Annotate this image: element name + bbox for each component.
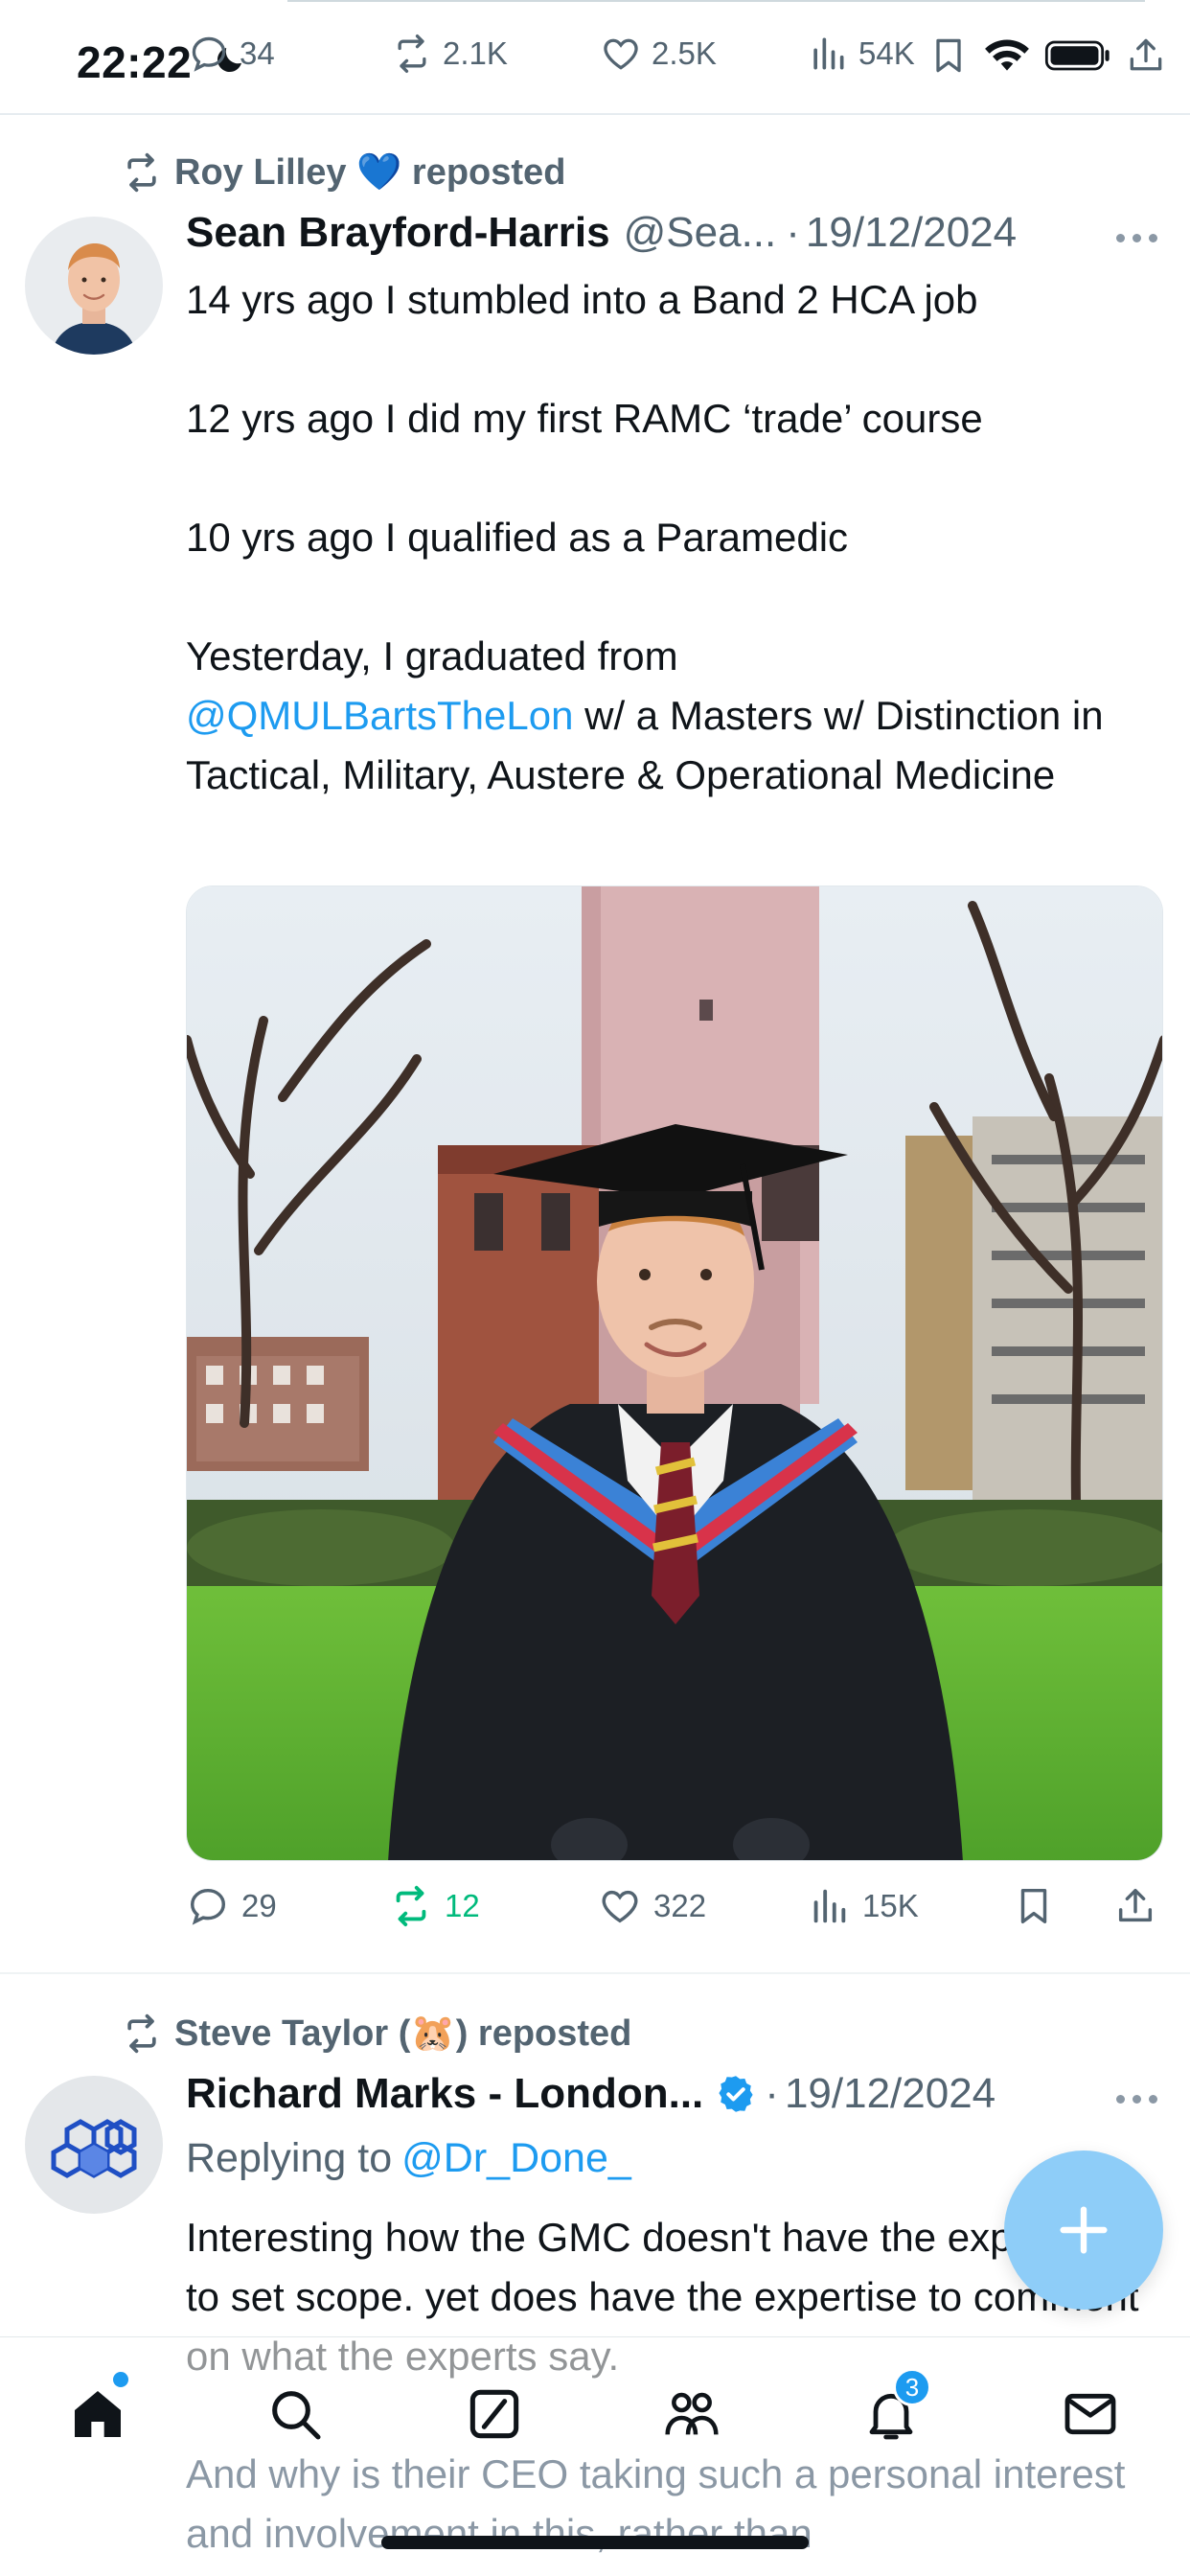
reply-context: Replying to @Dr_Done_ bbox=[186, 2135, 631, 2182]
home-indicator[interactable] bbox=[381, 2536, 809, 2549]
repost-attribution-text: Roy Lilley 💙 reposted bbox=[174, 152, 566, 193]
verified-badge-icon bbox=[719, 2076, 753, 2112]
top-bar: 22:22 34 2.1K 2.5K 54K bbox=[0, 0, 1190, 115]
repost-count: 12 bbox=[445, 1888, 480, 1923]
mention-link[interactable]: @QMULBartsTheLon bbox=[186, 693, 573, 738]
search-icon bbox=[272, 2391, 321, 2440]
like-button[interactable]: 322 bbox=[598, 1884, 706, 1928]
reply-button[interactable]: 29 bbox=[186, 1884, 277, 1928]
bookmark-button[interactable] bbox=[1012, 1884, 1056, 1928]
repost-icon bbox=[127, 152, 156, 193]
tab-grok[interactable] bbox=[456, 2376, 533, 2452]
top-repost-stat[interactable]: 2.1K bbox=[391, 33, 508, 75]
separator-dot: · bbox=[786, 209, 800, 256]
like-count: 322 bbox=[653, 1888, 707, 1923]
post-photo[interactable] bbox=[186, 886, 1163, 1861]
tab-messages[interactable] bbox=[1052, 2376, 1129, 2452]
communities-icon bbox=[665, 2392, 719, 2435]
tab-notifications[interactable]: 3 bbox=[853, 2368, 931, 2452]
repost-icon bbox=[398, 34, 426, 73]
post-date[interactable]: 19/12/2024 bbox=[806, 209, 1017, 257]
plus-icon bbox=[1060, 2206, 1108, 2254]
views-count: 15K bbox=[862, 1888, 919, 1923]
hexagon-logo-icon bbox=[25, 2076, 163, 2214]
views-button[interactable]: 15K bbox=[807, 1884, 919, 1928]
repost-attribution[interactable]: Steve Taylor (🐹) reposted bbox=[121, 2012, 631, 2055]
author-handle[interactable]: @Sea... bbox=[624, 209, 777, 257]
views-icon bbox=[813, 1889, 846, 1923]
share-icon[interactable] bbox=[1125, 34, 1167, 77]
post-actions: 29 12 322 15K bbox=[186, 1884, 1163, 1942]
wifi-icon bbox=[985, 39, 1029, 71]
avatar[interactable] bbox=[25, 217, 163, 355]
home-icon bbox=[75, 2391, 121, 2437]
text-segment: Yesterday, I graduated from bbox=[186, 633, 678, 678]
post-paragraph: 14 yrs ago I stumbled into a Band 2 HCA … bbox=[186, 277, 978, 322]
previous-post-card-edge bbox=[287, 0, 1145, 2]
tab-communities[interactable] bbox=[653, 2376, 730, 2452]
compose-post-button[interactable] bbox=[1004, 2150, 1163, 2310]
replying-to-label: Replying to bbox=[186, 2135, 393, 2181]
reply-count: 29 bbox=[241, 1888, 277, 1923]
post-header: Richard Marks - London... · 19/12/2024 bbox=[186, 2070, 995, 2118]
more-options-icon[interactable] bbox=[1116, 2095, 1157, 2104]
more-options-icon[interactable] bbox=[1116, 234, 1157, 242]
tab-home[interactable] bbox=[59, 2372, 136, 2452]
repost-count: 2.1K bbox=[443, 35, 508, 71]
bookmark-icon bbox=[1020, 1888, 1047, 1924]
unread-dot bbox=[113, 2372, 128, 2387]
reply-icon bbox=[190, 1888, 226, 1925]
reply-count: 34 bbox=[240, 35, 275, 71]
share-button[interactable] bbox=[1113, 1884, 1157, 1928]
heart-icon bbox=[602, 1890, 638, 1923]
post-header: Sean Brayford-Harris @Sea... · 19/12/202… bbox=[186, 209, 1017, 257]
tab-search[interactable] bbox=[257, 2376, 333, 2452]
post-paragraph: 12 yrs ago I did my first RAMC ‘trade’ c… bbox=[186, 396, 983, 441]
post-paragraph-last: Yesterday, I graduated from @QMULBartsTh… bbox=[186, 627, 1154, 805]
replying-to-mention[interactable]: @Dr_Done_ bbox=[401, 2135, 631, 2182]
views-count: 54K bbox=[858, 35, 915, 71]
author-name[interactable]: Richard Marks - London... bbox=[186, 2070, 703, 2118]
post-divider bbox=[0, 1972, 1190, 1974]
mail-icon bbox=[1064, 2393, 1116, 2435]
post-paragraph: 10 yrs ago I qualified as a Paramedic bbox=[186, 515, 849, 560]
share-icon bbox=[1118, 1888, 1153, 1922]
bookmark-icon[interactable] bbox=[927, 34, 970, 77]
repost-icon bbox=[127, 2013, 156, 2054]
grok-icon bbox=[469, 2389, 519, 2439]
avatar-image bbox=[25, 217, 163, 355]
avatar[interactable] bbox=[25, 2076, 163, 2214]
battery-icon bbox=[1044, 40, 1110, 71]
top-reply-stat[interactable]: 34 bbox=[188, 33, 275, 75]
system-icons bbox=[927, 34, 1167, 77]
top-like-stat[interactable]: 2.5K bbox=[600, 33, 717, 75]
heart-icon bbox=[604, 38, 638, 70]
status-time: 22:22 bbox=[77, 37, 193, 87]
separator-dot: · bbox=[765, 2070, 779, 2117]
repost-attribution-text: Steve Taylor (🐹) reposted bbox=[174, 2013, 632, 2054]
notification-badge: 3 bbox=[893, 2368, 931, 2406]
like-count: 2.5K bbox=[652, 35, 717, 71]
views-icon bbox=[813, 37, 844, 70]
graduation-photo bbox=[187, 886, 1162, 1860]
post-text: 14 yrs ago I stumbled into a Band 2 HCA … bbox=[186, 270, 1154, 805]
author-name[interactable]: Sean Brayford-Harris bbox=[186, 209, 610, 257]
top-views-stat[interactable]: 54K bbox=[807, 33, 915, 75]
repost-icon bbox=[396, 1885, 426, 1927]
repost-attribution[interactable]: Roy Lilley 💙 reposted bbox=[121, 151, 565, 194]
repost-button[interactable]: 12 bbox=[389, 1884, 480, 1928]
post-date[interactable]: 19/12/2024 bbox=[785, 2070, 995, 2118]
reply-icon bbox=[192, 36, 226, 72]
